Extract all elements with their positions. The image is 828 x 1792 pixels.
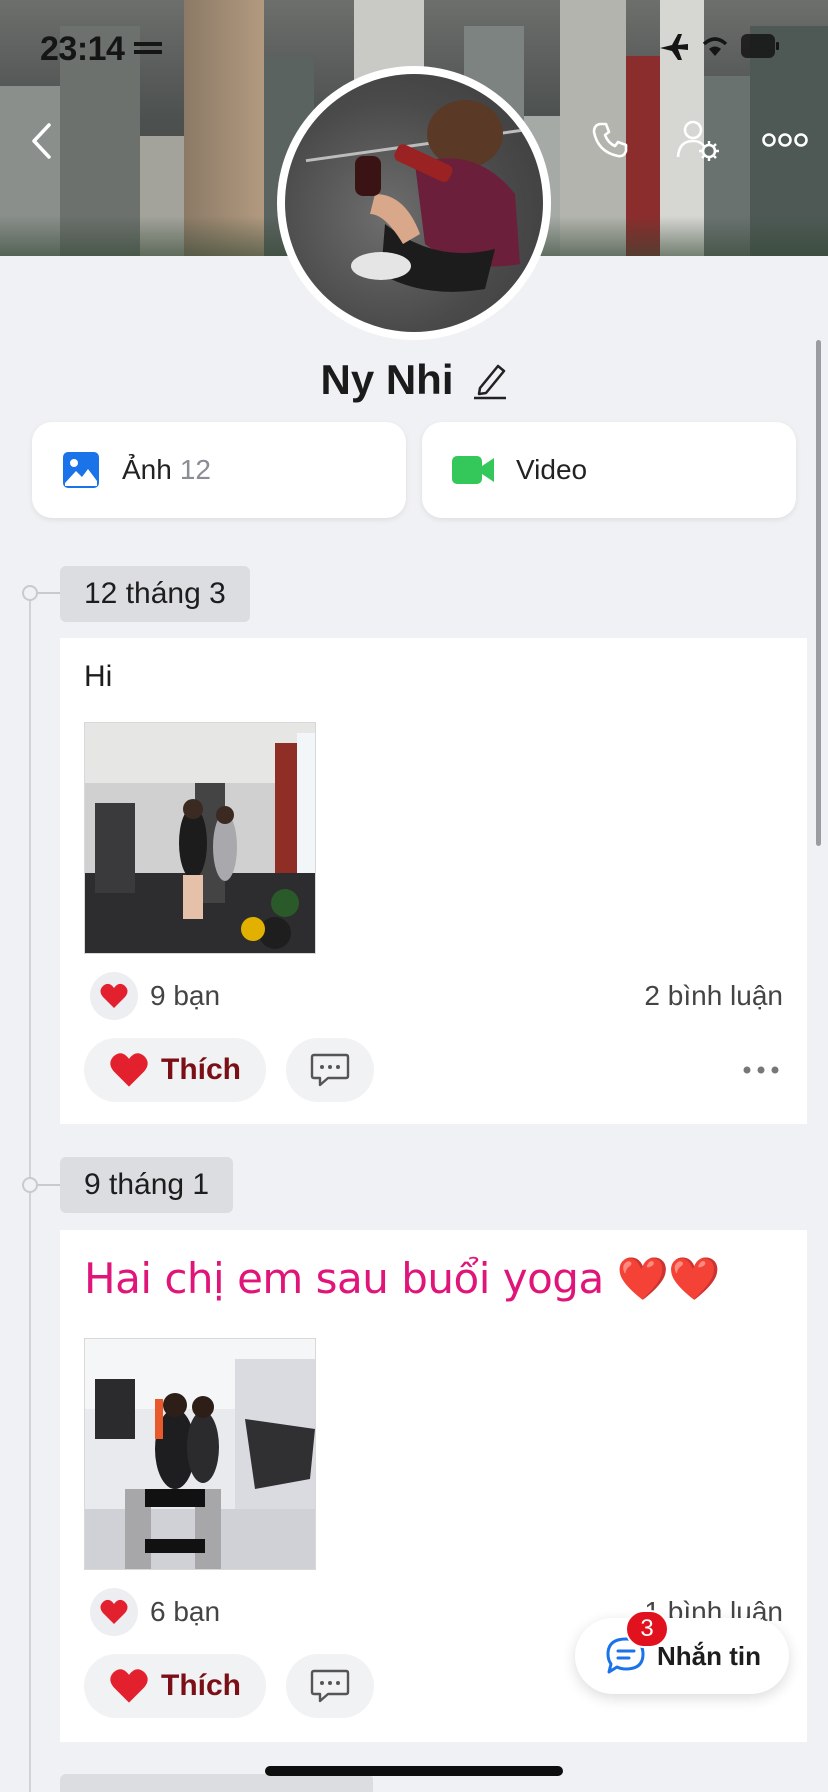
airplane-mode-icon <box>658 32 690 67</box>
video-label: Video <box>516 454 588 485</box>
phone-icon[interactable] <box>588 118 632 162</box>
photo-icon <box>62 451 100 489</box>
edit-icon[interactable] <box>472 360 508 400</box>
like-button[interactable]: Thích <box>84 1654 266 1718</box>
timeline-connector <box>38 592 60 594</box>
post-text: Hi <box>84 660 113 693</box>
avatar-photo <box>285 74 543 332</box>
profile-header: Ny Nhi <box>0 350 828 410</box>
user-settings-icon[interactable] <box>674 116 722 164</box>
photos-label: Ảnh <box>122 454 172 485</box>
comment-icon <box>310 1669 350 1703</box>
timeline-connector <box>38 1184 60 1186</box>
message-button[interactable]: Nhắn tin 3 <box>575 1610 789 1694</box>
avatar[interactable] <box>277 66 551 340</box>
message-label: Nhắn tin <box>657 1640 761 1671</box>
date-chip-partial <box>60 1774 373 1792</box>
post-more-icon[interactable] <box>739 1050 783 1090</box>
like-button[interactable]: Thích <box>84 1038 266 1102</box>
timeline-dot <box>22 1177 38 1193</box>
battery-icon <box>740 32 780 65</box>
heart-icon <box>100 983 128 1008</box>
reaction-count[interactable]: 6 bạn <box>150 1596 220 1628</box>
comment-count[interactable]: 2 bình luận <box>644 980 783 1012</box>
status-time: 23:14 <box>40 30 125 68</box>
heart-icon <box>110 1053 148 1087</box>
comment-icon <box>310 1053 350 1087</box>
heart-icon <box>110 1669 148 1703</box>
post-photo[interactable] <box>84 1338 316 1570</box>
like-label: Thích <box>161 1053 241 1086</box>
comment-button[interactable] <box>286 1654 374 1718</box>
reaction-badge[interactable] <box>90 1588 138 1636</box>
heart-icon <box>100 1599 128 1624</box>
post-text: Hai chị em sau buổi yoga ❤️❤️ <box>84 1254 721 1303</box>
home-indicator[interactable] <box>265 1766 563 1776</box>
reaction-badge[interactable] <box>90 972 138 1020</box>
profile-name: Ny Nhi <box>320 356 454 403</box>
post-photo[interactable] <box>84 722 316 954</box>
photos-button[interactable]: Ảnh 12 <box>32 422 406 518</box>
video-icon <box>452 454 494 486</box>
date-chip: 12 tháng 3 <box>60 566 250 622</box>
video-button[interactable]: Video <box>422 422 796 518</box>
message-count-badge: 3 <box>625 1610 669 1648</box>
like-label: Thích <box>161 1669 241 1702</box>
notification-indicator-icon <box>134 42 162 56</box>
scroll-indicator <box>816 340 821 846</box>
post-card: Hi 9 bạn 2 bình luận Thích <box>60 638 807 1124</box>
back-icon[interactable] <box>26 120 56 162</box>
more-icon[interactable] <box>760 128 810 152</box>
date-chip: 9 tháng 1 <box>60 1157 234 1213</box>
reaction-count[interactable]: 9 bạn <box>150 980 220 1012</box>
wifi-icon <box>700 34 730 63</box>
timeline-dot <box>22 585 38 601</box>
photos-count: 12 <box>179 454 211 485</box>
status-bar: 23:14 <box>0 28 828 68</box>
comment-button[interactable] <box>286 1038 374 1102</box>
